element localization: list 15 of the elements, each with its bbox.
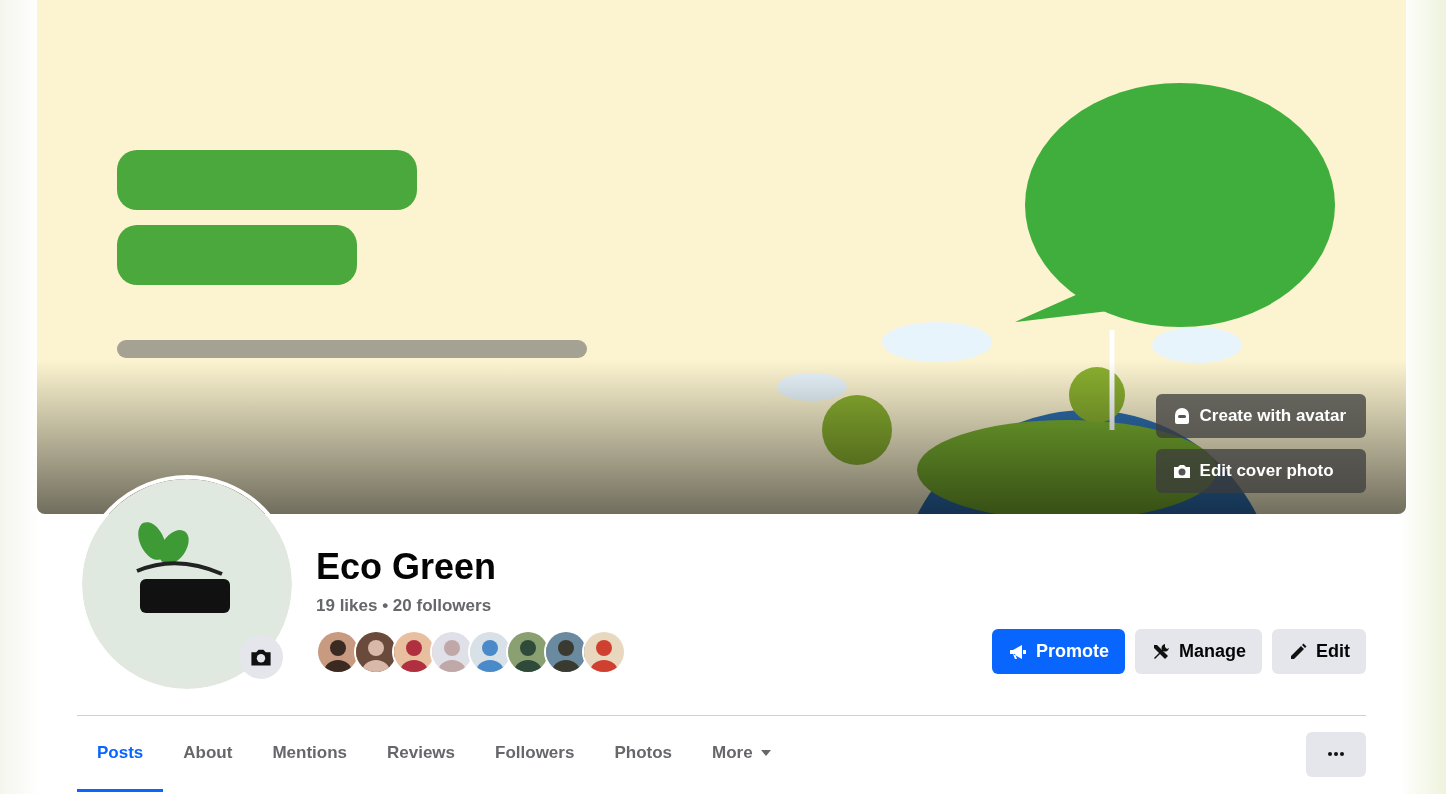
tab[interactable]: Reviews [367,716,476,792]
caret-icon [760,749,771,756]
dots-icon [1328,752,1344,756]
pencil-icon [1288,641,1308,662]
tab[interactable]: Followers [475,716,595,792]
tab[interactable]: More [692,716,791,792]
tab[interactable]: About [163,716,253,792]
promote-button[interactable]: Promote [991,629,1125,674]
page-stats[interactable]: 19 likes • 20 followers [316,596,620,616]
tab[interactable]: Photos [594,716,692,792]
tab[interactable]: Posts [77,716,164,792]
tab[interactable]: Mentions [252,716,367,792]
edit-button[interactable]: Edit [1272,629,1366,674]
page-name: Eco Green [316,546,498,588]
manage-button[interactable]: Manage [1134,629,1262,674]
